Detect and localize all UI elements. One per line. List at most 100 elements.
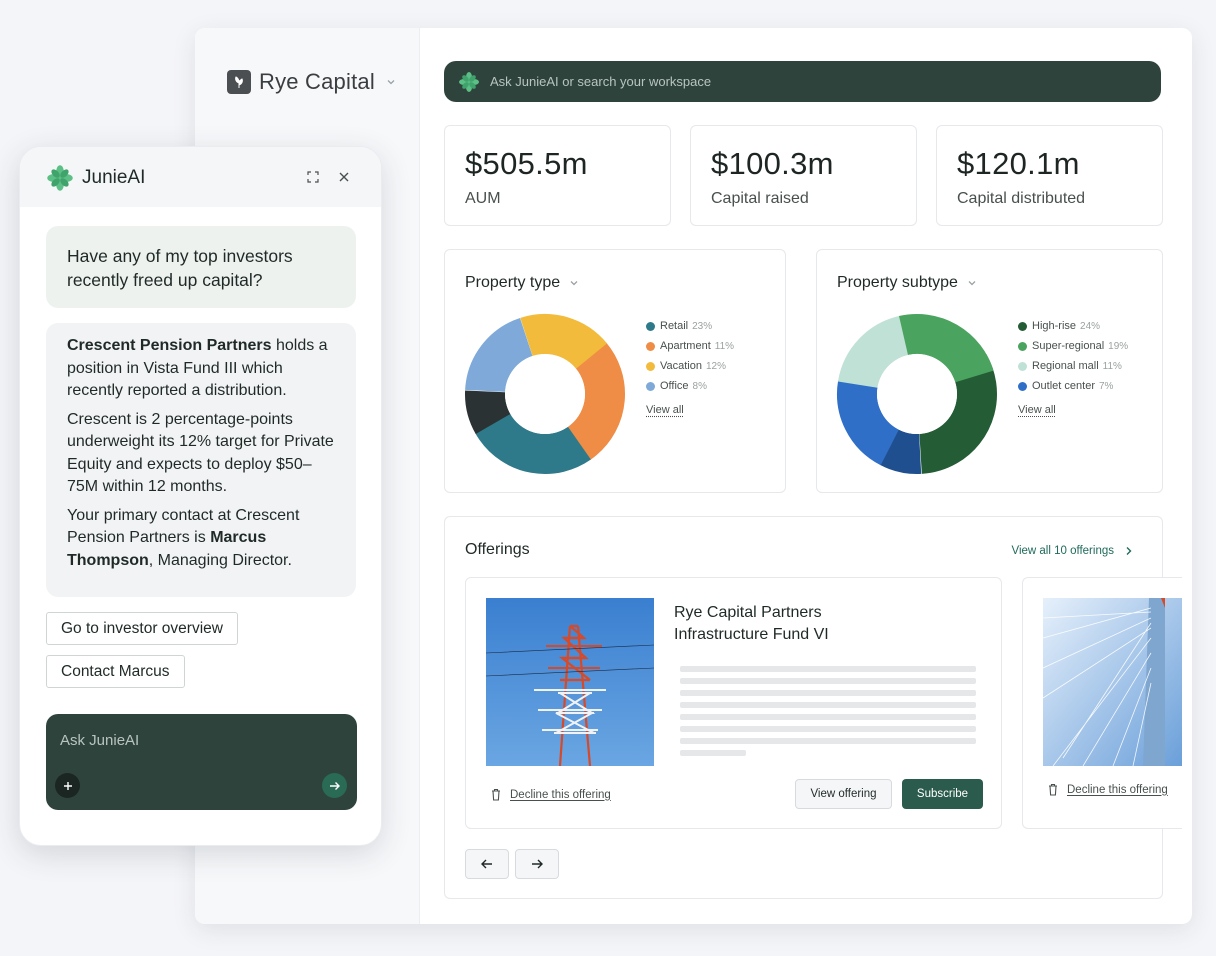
stat-value: $120.1m (957, 146, 1080, 181)
assistant-paragraph: Crescent is 2 percentage-points underwei… (67, 410, 334, 496)
legend-label: Vacation (660, 360, 702, 372)
legend-label: Retail (660, 320, 689, 332)
view-all-link[interactable]: View all (646, 404, 684, 416)
legend-label: Office (660, 380, 689, 392)
assistant-paragraph: Crescent Pension Partners holds a positi… (67, 335, 335, 403)
view-all-link[interactable]: View all (1018, 404, 1056, 416)
legend-label: Apartment (660, 340, 711, 352)
legend-item: Outlet center 7% (1018, 376, 1128, 396)
plus-icon (63, 781, 72, 790)
card-title: Property subtype (837, 274, 958, 291)
legend-swatch (646, 361, 655, 371)
property-type-dropdown[interactable]: Property type (465, 274, 580, 292)
chat-composer[interactable]: Ask JunieAI (46, 714, 357, 810)
legend-swatch (1018, 381, 1027, 391)
view-all-offerings-label: View all 10 offerings (1011, 545, 1114, 557)
assistant-paragraph: Your primary contact at Crescent Pension… (67, 505, 335, 573)
placeholder-line (680, 690, 976, 696)
next-button[interactable] (515, 849, 559, 879)
decline-label: Decline this offering (1067, 783, 1168, 796)
investor-name: Crescent Pension Partners (67, 337, 272, 354)
transmission-tower-image (486, 598, 654, 766)
contact-marcus-button[interactable]: Contact Marcus (46, 655, 185, 688)
chat-header: JunieAI (20, 147, 381, 207)
close-button[interactable] (336, 169, 352, 185)
legend-pct: 23% (692, 320, 713, 332)
stat-card-aum: $505.5m AUM (444, 125, 671, 226)
junieai-chat-panel: JunieAI Have any of my top investors rec… (19, 146, 382, 846)
offering-name[interactable]: Rye Capital Partners Infrastructure Fund… (674, 602, 829, 646)
placeholder-line (680, 678, 976, 684)
legend-item: Super-regional 19% (1018, 336, 1128, 356)
legend-swatch (646, 341, 655, 351)
chevron-right-icon (1126, 547, 1132, 555)
legend-label: High-rise (1032, 320, 1077, 332)
legend-pct: 8% (692, 380, 707, 392)
view-offering-button[interactable]: View offering (795, 779, 892, 809)
send-button[interactable] (322, 773, 347, 798)
card-title: Property type (465, 274, 561, 291)
arrow-right-icon (532, 859, 543, 869)
decline-offering-link[interactable]: Decline this offering (490, 788, 611, 801)
compose-placeholder: Ask JunieAI (60, 732, 140, 749)
bridge-cables-image (1043, 598, 1182, 766)
legend-item: High-rise 24% (1018, 316, 1128, 336)
previous-button[interactable] (465, 849, 509, 879)
legend-pct: 11% (714, 340, 735, 352)
offering-name-line: Infrastructure Fund VI (674, 626, 829, 643)
stat-label: Capital distributed (957, 190, 1086, 207)
offering-card: Decline this offering (1022, 577, 1182, 829)
chevron-down-icon (570, 281, 578, 286)
legend-item: Retail 23% (646, 316, 734, 336)
arrow-right-icon (329, 781, 340, 790)
placeholder-line (680, 702, 976, 708)
legend-swatch (646, 381, 655, 391)
property-type-card: Property type Retail 23% Apartment 11% Vac… (444, 249, 786, 493)
property-subtype-card: Property subtype High-rise 24% Super-regi… (816, 249, 1163, 493)
legend-swatch (1018, 321, 1027, 331)
view-all-offerings-link[interactable]: View all 10 offerings (1011, 545, 1134, 557)
legend-item: Vacation 12% (646, 356, 734, 376)
expand-icon (307, 171, 319, 183)
placeholder-line (680, 666, 976, 672)
trash-icon (1049, 783, 1057, 796)
junieai-logo-icon (47, 165, 73, 191)
expand-button[interactable] (305, 169, 321, 185)
legend-label: Outlet center (1032, 380, 1095, 392)
workspace-logo-icon (227, 70, 251, 94)
legend-item: Apartment 11% (646, 336, 734, 356)
offering-card: Rye Capital Partners Infrastructure Fund… (465, 577, 1002, 829)
assistant-text: , Managing Director. (148, 551, 292, 569)
legend-swatch (1018, 341, 1027, 351)
legend-pct: 19% (1108, 340, 1129, 352)
legend-swatch (1018, 361, 1027, 371)
legend-pct: 24% (1080, 320, 1101, 332)
trash-icon (492, 788, 500, 801)
workspace-switcher[interactable]: Rye Capital (227, 69, 397, 95)
stat-label: AUM (465, 190, 501, 207)
stat-card-capital-raised: $100.3m Capital raised (690, 125, 917, 226)
stat-label: Capital raised (711, 190, 809, 207)
search-placeholder: Ask JunieAI or search your workspace (490, 74, 712, 89)
stat-value: $505.5m (465, 146, 588, 181)
property-subtype-dropdown[interactable]: Property subtype (837, 274, 978, 292)
decline-offering-link[interactable]: Decline this offering (1047, 783, 1168, 796)
offerings-card: Offerings View all 10 offerings Rye Capi… (444, 516, 1182, 899)
subscribe-button[interactable]: Subscribe (902, 779, 983, 809)
junieai-logo-icon (459, 71, 479, 92)
legend-item: Office 8% (646, 376, 734, 396)
placeholder-line (680, 738, 976, 744)
legend-pct: 11% (1102, 360, 1122, 372)
arrow-left-icon (481, 859, 492, 869)
legend-label: Super-regional (1032, 340, 1105, 352)
search-bar[interactable]: Ask JunieAI or search your workspace (444, 61, 1161, 102)
legend-pct: 12% (706, 360, 727, 372)
property-subtype-donut (837, 314, 997, 474)
legend-pct: 7% (1098, 380, 1114, 392)
go-to-investor-overview-button[interactable]: Go to investor overview (46, 612, 238, 645)
add-attachment-button[interactable] (55, 773, 80, 798)
property-type-donut (465, 314, 625, 475)
decline-label: Decline this offering (510, 788, 611, 801)
placeholder-line (680, 726, 976, 732)
chevron-down-icon (968, 281, 976, 286)
